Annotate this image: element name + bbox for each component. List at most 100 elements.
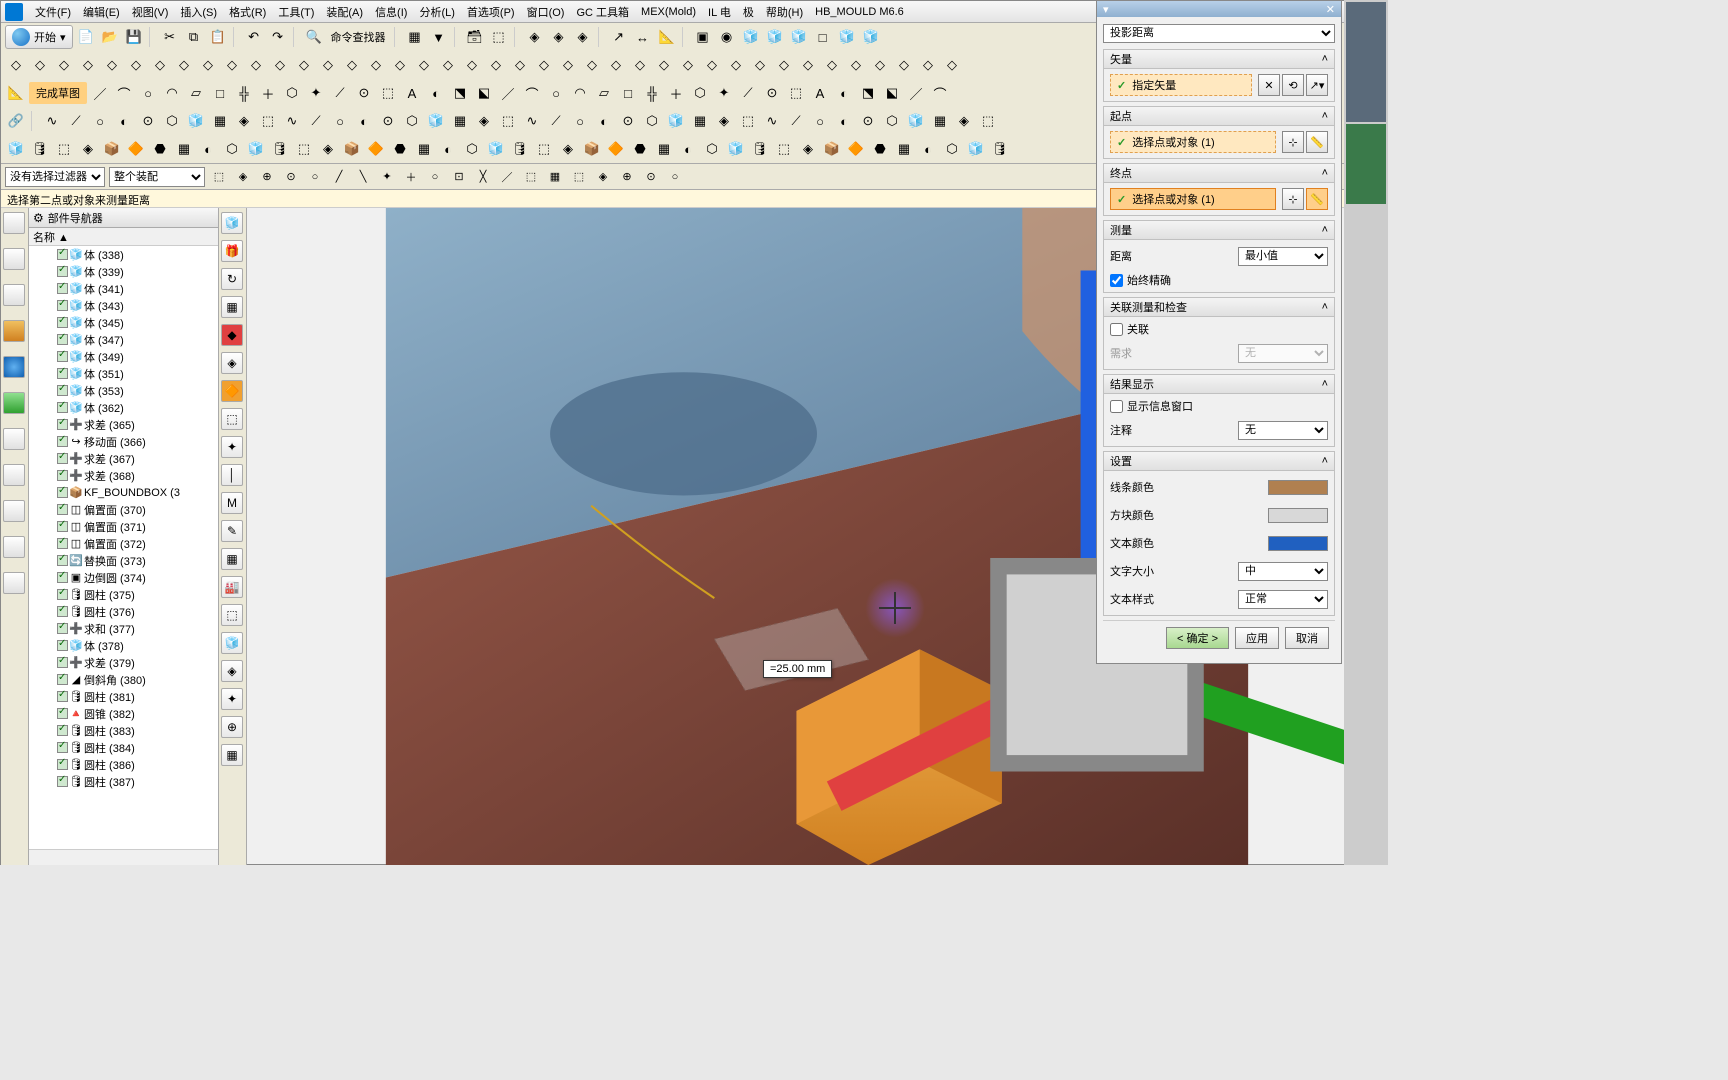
tb3-btn-17[interactable]: ／ bbox=[497, 82, 519, 104]
tb4-btn-37[interactable]: ▦ bbox=[929, 110, 951, 132]
menu-analysis[interactable]: 分析(L) bbox=[413, 2, 460, 22]
tb3-btn-7[interactable]: ＋ bbox=[257, 82, 279, 104]
tree-row[interactable]: 🛢圆柱 (384) bbox=[29, 739, 218, 756]
tb5-btn-7[interactable]: ▦ bbox=[173, 138, 195, 160]
frail-1[interactable]: 🧊 bbox=[221, 212, 243, 234]
tb-generic-11[interactable]: ▣ bbox=[692, 26, 714, 48]
tb2-btn-20[interactable]: ◇ bbox=[485, 54, 507, 76]
row-checkbox[interactable] bbox=[57, 691, 68, 702]
rail-misc2[interactable] bbox=[3, 572, 25, 594]
filter-btn-7[interactable]: ✦ bbox=[377, 167, 397, 187]
tb3-btn-20[interactable]: ◠ bbox=[569, 82, 591, 104]
tb2-btn-24[interactable]: ◇ bbox=[581, 54, 603, 76]
tb3-btn-2[interactable]: ○ bbox=[137, 82, 159, 104]
tb2-btn-11[interactable]: ◇ bbox=[269, 54, 291, 76]
tb3-btn-5[interactable]: □ bbox=[209, 82, 231, 104]
frail-17[interactable]: ◈ bbox=[221, 660, 243, 682]
tree-row[interactable]: 🧊体 (339) bbox=[29, 263, 218, 280]
row-checkbox[interactable] bbox=[57, 402, 68, 413]
tb5-btn-23[interactable]: ◈ bbox=[557, 138, 579, 160]
tb3-btn-29[interactable]: ⬚ bbox=[785, 82, 807, 104]
apply-button[interactable]: 应用 bbox=[1235, 627, 1279, 649]
tb2-btn-7[interactable]: ◇ bbox=[173, 54, 195, 76]
tb4-btn-18[interactable]: ◈ bbox=[473, 110, 495, 132]
tb4-btn-2[interactable]: ○ bbox=[89, 110, 111, 132]
tb4-btn-35[interactable]: ⬡ bbox=[881, 110, 903, 132]
tree-row[interactable]: ▣边倒圆 (374) bbox=[29, 569, 218, 586]
tb4-btn-31[interactable]: ⟋ bbox=[785, 110, 807, 132]
text-size-select[interactable]: 中 bbox=[1238, 562, 1328, 581]
tb4-btn-36[interactable]: 🧊 bbox=[905, 110, 927, 132]
frail-13[interactable]: ▦ bbox=[221, 548, 243, 570]
row-checkbox[interactable] bbox=[57, 266, 68, 277]
tb5-btn-12[interactable]: ⬚ bbox=[293, 138, 315, 160]
tree-row[interactable]: 🛢圆柱 (386) bbox=[29, 756, 218, 773]
sketch-button[interactable]: 📐 bbox=[5, 82, 27, 104]
copy-button[interactable]: ⧉ bbox=[183, 26, 205, 48]
tree-row[interactable]: 🧊体 (341) bbox=[29, 280, 218, 297]
gear-icon[interactable]: ⚙ bbox=[33, 211, 44, 225]
selection-filter-select[interactable]: 没有选择过滤器 bbox=[5, 167, 105, 187]
menu-assembly[interactable]: 装配(A) bbox=[320, 2, 369, 22]
frail-6[interactable]: ◈ bbox=[221, 352, 243, 374]
tree-row[interactable]: 🧊体 (351) bbox=[29, 365, 218, 382]
tree-row[interactable]: 🧊体 (345) bbox=[29, 314, 218, 331]
tb5-btn-22[interactable]: ⬚ bbox=[533, 138, 555, 160]
tb5-btn-13[interactable]: ◈ bbox=[317, 138, 339, 160]
row-checkbox[interactable] bbox=[57, 504, 68, 515]
tb4-btn-7[interactable]: ▦ bbox=[209, 110, 231, 132]
filter-btn-17[interactable]: ⊕ bbox=[617, 167, 637, 187]
frail-8[interactable]: ⬚ bbox=[221, 408, 243, 430]
tb5-btn-24[interactable]: 📦 bbox=[581, 138, 603, 160]
tb2-btn-16[interactable]: ◇ bbox=[389, 54, 411, 76]
start-button[interactable]: 开始 ▾ bbox=[5, 25, 73, 49]
tb4-btn-3[interactable]: ◐ bbox=[113, 110, 135, 132]
tb3-btn-30[interactable]: A bbox=[809, 82, 831, 104]
tb3-btn-12[interactable]: ⬚ bbox=[377, 82, 399, 104]
tree-row[interactable]: 🔺圆锥 (382) bbox=[29, 705, 218, 722]
tb2-btn-33[interactable]: ◇ bbox=[797, 54, 819, 76]
menu-format[interactable]: 格式(R) bbox=[223, 2, 272, 22]
tb2-btn-18[interactable]: ◇ bbox=[437, 54, 459, 76]
tb5-btn-2[interactable]: ⬚ bbox=[53, 138, 75, 160]
tree-row[interactable]: ↪移动面 (366) bbox=[29, 433, 218, 450]
assoc-checkbox[interactable] bbox=[1110, 323, 1123, 336]
row-checkbox[interactable] bbox=[57, 351, 68, 362]
row-checkbox[interactable] bbox=[57, 368, 68, 379]
row-checkbox[interactable] bbox=[57, 776, 68, 787]
tb5-btn-39[interactable]: ⬡ bbox=[941, 138, 963, 160]
tree-row[interactable]: 🧊体 (353) bbox=[29, 382, 218, 399]
tb4-btn-23[interactable]: ◐ bbox=[593, 110, 615, 132]
rail-layers[interactable] bbox=[3, 500, 25, 522]
row-checkbox[interactable] bbox=[57, 708, 68, 719]
frail-16[interactable]: 🧊 bbox=[221, 632, 243, 654]
filter-btn-5[interactable]: ╱ bbox=[329, 167, 349, 187]
tb2-btn-37[interactable]: ◇ bbox=[893, 54, 915, 76]
rail-roles[interactable] bbox=[3, 464, 25, 486]
tb2-btn-6[interactable]: ◇ bbox=[149, 54, 171, 76]
tree-row[interactable]: 🛢圆柱 (381) bbox=[29, 688, 218, 705]
tb2-btn-8[interactable]: ◇ bbox=[197, 54, 219, 76]
menu-help[interactable]: 帮助(H) bbox=[760, 2, 809, 22]
menu-mex-mold[interactable]: MEX(Mold) bbox=[635, 4, 702, 20]
menu-window[interactable]: 窗口(O) bbox=[521, 2, 571, 22]
row-checkbox[interactable] bbox=[57, 470, 68, 481]
frail-11[interactable]: M bbox=[221, 492, 243, 514]
filter-btn-15[interactable]: ⬚ bbox=[569, 167, 589, 187]
tb5-btn-32[interactable]: ⬚ bbox=[773, 138, 795, 160]
tb3-btn-3[interactable]: ◠ bbox=[161, 82, 183, 104]
tb5-btn-21[interactable]: 🛢 bbox=[509, 138, 531, 160]
menu-gc-toolbox[interactable]: GC 工具箱 bbox=[570, 2, 635, 22]
tb4-btn-16[interactable]: 🧊 bbox=[425, 110, 447, 132]
row-checkbox[interactable] bbox=[57, 623, 68, 634]
vector-opt-1[interactable]: ✕ bbox=[1258, 74, 1280, 96]
menu-edit[interactable]: 编辑(E) bbox=[77, 2, 126, 22]
tb-generic-18[interactable]: 🧊 bbox=[860, 26, 882, 48]
tb2-btn-5[interactable]: ◇ bbox=[125, 54, 147, 76]
vector-opt-3[interactable]: ↗▾ bbox=[1306, 74, 1328, 96]
tb2-btn-2[interactable]: ◇ bbox=[53, 54, 75, 76]
tb2-btn-3[interactable]: ◇ bbox=[77, 54, 99, 76]
vector-opt-2[interactable]: ⟲ bbox=[1282, 74, 1304, 96]
row-checkbox[interactable] bbox=[57, 249, 68, 260]
tb3-btn-24[interactable]: ＋ bbox=[665, 82, 687, 104]
